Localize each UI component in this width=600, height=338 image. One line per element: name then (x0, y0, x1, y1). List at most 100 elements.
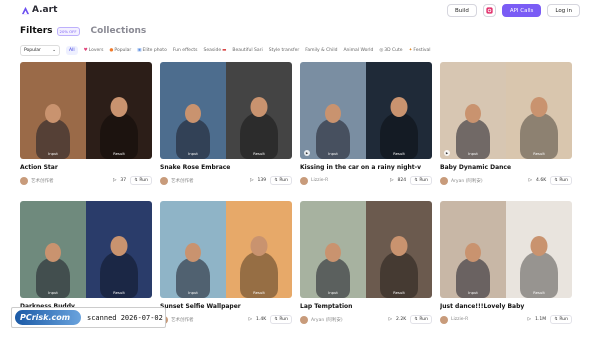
chip-lovers[interactable]: ♥ Lovers (84, 48, 104, 53)
chip-popular[interactable]: ● Popular (109, 48, 131, 53)
result-image: Result (366, 62, 432, 159)
run-count: 4.6K (536, 178, 547, 183)
card-thumbnail[interactable]: Input Result (20, 62, 152, 159)
card-meta: Lizzie-R ▷ 1.1M ↯ Run (440, 315, 572, 324)
subject-head (390, 236, 408, 256)
template-card[interactable]: Input Result Just dance!!!Lovely Baby Li… (440, 201, 572, 326)
tab-collections[interactable]: Collections (91, 26, 147, 36)
card-thumbnail[interactable]: Input Result (20, 201, 152, 298)
chip-seaside[interactable]: Seaside ▬ (204, 48, 227, 53)
run-button[interactable]: ↯ Run (130, 176, 152, 185)
run-label: Run (279, 178, 288, 183)
card-title: Action Star (20, 164, 58, 171)
card-thumbnail[interactable]: Input Result (300, 201, 432, 298)
subject-head (530, 97, 548, 117)
chip-beautiful-sari[interactable]: Beautiful Sari (232, 48, 262, 53)
card-author[interactable]: 艺术创作者 (20, 176, 54, 185)
run-icon: ↯ (274, 317, 278, 322)
api-calls-button[interactable]: API Calls (501, 4, 542, 17)
play-count-icon: ▷ (388, 317, 393, 322)
template-card[interactable]: Input Result Action Star 艺术创作者 ▷ 37 ↯ Ru… (20, 62, 152, 187)
logo-text: A.art (32, 5, 58, 15)
play-count-icon: ▷ (112, 178, 117, 183)
run-button[interactable]: ↯ Run (550, 315, 572, 324)
festival-icon: ✦ (408, 48, 413, 53)
run-label: Run (559, 317, 568, 322)
run-button[interactable]: ↯ Run (270, 315, 292, 324)
card-meta: 艺术创作者 ▷ 1.4K ↯ Run (160, 315, 292, 324)
run-label: Run (279, 317, 288, 322)
watermark: PCrisk.com scanned 2026-07-02 (11, 307, 166, 328)
card-thumbnail[interactable]: Input Result (160, 201, 292, 298)
template-card[interactable]: Input Result ▶ Baby Dynamic Dance Aryan … (440, 62, 572, 187)
chip-animal-world[interactable]: Animal World (343, 48, 373, 53)
build-button[interactable]: Build (447, 4, 477, 17)
play-count-icon: ▷ (528, 178, 533, 183)
card-author[interactable]: Lizzie-R (300, 176, 329, 185)
card-stats: ▷ 824 ↯ Run (390, 176, 432, 185)
chip-festival[interactable]: ✦ Festival (409, 48, 431, 53)
card-author[interactable]: Aryan (阿利安) (300, 315, 343, 324)
subject-head (325, 104, 341, 123)
input-label: Input (328, 290, 338, 295)
run-icon: ↯ (554, 317, 558, 322)
chip-elite-photo[interactable]: ▣ Elite photo (137, 48, 167, 53)
run-count: 139 (257, 178, 267, 183)
chip-label: Lovers (88, 48, 104, 53)
result-image: Result (506, 62, 572, 159)
card-thumbnail[interactable]: Input Result (440, 201, 572, 298)
result-image: Result (226, 201, 292, 298)
author-name: 艺术创作者 (31, 178, 54, 184)
input-image: Input (20, 62, 86, 159)
login-button[interactable]: Log in (547, 4, 580, 17)
author-name: Lizzie-R (311, 178, 329, 183)
run-button[interactable]: ↯ Run (410, 315, 432, 324)
chip-family-child[interactable]: Family & Child (305, 48, 337, 53)
chip-3d-cute[interactable]: ◎ 3D Cute (379, 48, 402, 53)
card-author[interactable]: 艺术创作者 (160, 176, 194, 185)
input-image: Input (440, 201, 506, 298)
card-thumbnail[interactable]: Input Result (160, 62, 292, 159)
sort-select[interactable]: Popular ⌄ (20, 45, 60, 56)
avatar (20, 176, 28, 185)
card-title: Just dance!!!Lovely Baby (440, 303, 525, 310)
play-icon[interactable]: ▶ (304, 150, 310, 156)
template-card[interactable]: Input Result Snake Rose Embrace 艺术创作者 ▷ … (160, 62, 292, 187)
chip-fun-effects[interactable]: Fun effects (173, 48, 198, 53)
discount-badge: 20% OFF (56, 26, 80, 36)
result-label: Result (393, 151, 405, 156)
chip-style-transfer[interactable]: Style transfer (269, 48, 300, 53)
template-grid: Input Result Action Star 艺术创作者 ▷ 37 ↯ Ru… (20, 62, 581, 326)
card-author[interactable]: Lizzie-R (440, 315, 469, 324)
tab-filters[interactable]: Filters (20, 26, 53, 36)
author-name: Lizzie-R (451, 317, 469, 322)
card-author[interactable]: Aryan (阿利安) (440, 176, 483, 185)
card-meta: Lizzie-R ▷ 824 ↯ Run (300, 176, 432, 185)
play-icon[interactable]: ▶ (444, 150, 450, 156)
run-button[interactable]: ↯ Run (550, 176, 572, 185)
chip-all[interactable]: All (66, 46, 78, 55)
template-card[interactable]: Input Result Sunset Selfie Wallpaper 艺术创… (160, 201, 292, 326)
wave-icon: ▬ (222, 48, 227, 53)
run-button[interactable]: ↯ Run (410, 176, 432, 185)
run-label: Run (139, 178, 148, 183)
input-image: Input (440, 62, 506, 159)
cube-icon: ◎ (379, 48, 384, 53)
logo[interactable]: A.art (21, 5, 57, 15)
result-label: Result (253, 151, 265, 156)
input-label: Input (48, 151, 58, 156)
card-thumbnail[interactable]: Input Result ▶ (300, 62, 432, 159)
template-card[interactable]: Input Result Lap Temptation Aryan (阿利安) … (300, 201, 432, 326)
filter-row: Popular ⌄ All ♥ Lovers ● Popular ▣ Elite ph… (20, 45, 431, 56)
template-card[interactable]: Input Result ▶ Kissing in the car on a r… (300, 62, 432, 187)
subject-head (250, 236, 268, 256)
result-image: Result (506, 201, 572, 298)
input-label: Input (468, 290, 478, 295)
card-meta: Aryan (阿利安) ▷ 2.2K ↯ Run (300, 315, 432, 324)
sort-selected-value: Popular (24, 48, 41, 53)
input-label: Input (188, 290, 198, 295)
run-button[interactable]: ↯ Run (270, 176, 292, 185)
card-stats: ▷ 2.2K ↯ Run (389, 315, 432, 324)
card-thumbnail[interactable]: Input Result ▶ (440, 62, 572, 159)
instagram-button[interactable] (482, 4, 496, 17)
